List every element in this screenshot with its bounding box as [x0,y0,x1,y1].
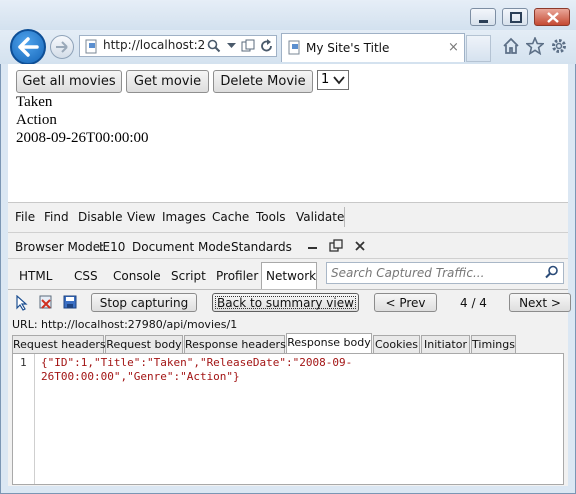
next-button[interactable]: Next > [509,293,571,312]
forward-button[interactable] [50,35,74,59]
gear-icon[interactable] [550,37,568,55]
get-all-movies-button[interactable]: Get all movies [16,70,122,93]
tab-console[interactable]: Console [113,269,161,283]
divider [8,289,568,290]
refresh-icon[interactable] [260,39,274,53]
compatibility-view-icon[interactable] [241,39,255,53]
search-icon[interactable] [545,265,559,279]
tab-profiler[interactable]: Profiler [216,269,258,283]
save-icon[interactable] [63,295,77,309]
subtab-cookies[interactable]: Cookies [373,335,420,353]
tab-html[interactable]: HTML [19,269,52,283]
menu-divider [344,207,345,227]
new-tab-button[interactable] [466,35,491,62]
close-devtools-icon[interactable] [354,240,366,252]
menu-cache[interactable]: Cache [212,210,249,224]
back-button[interactable] [10,29,46,65]
maximize-icon [510,12,522,23]
address-text: http://localhost:279 [103,38,206,52]
tab-close-icon[interactable]: × [448,40,459,55]
dropdown-arrow-icon[interactable] [227,43,236,49]
document-mode-value[interactable]: Standards [231,240,292,254]
subtab-response-headers[interactable]: Response headers [184,335,286,353]
select-pointer-icon[interactable] [15,295,29,311]
menu-view[interactable]: View [127,210,155,224]
minimize-devtools-icon[interactable] [307,243,319,251]
response-json-line-2: 26T00:00:00","Genre":"Action"} [41,370,240,383]
tab-page-icon [288,40,300,55]
divider [8,258,568,259]
movie-genre-text: Action [16,112,57,128]
menu-disable[interactable]: Disable [78,210,123,224]
entry-counter: 4 / 4 [460,296,487,310]
home-icon[interactable] [502,37,520,55]
stop-capturing-button[interactable]: Stop capturing [91,293,197,312]
tab-script[interactable]: Script [171,269,206,283]
subtab-request-body[interactable]: Request body [105,335,183,353]
browser-mode-value[interactable]: IE10 [99,240,125,254]
divider [8,232,568,233]
browser-mode-label: Browser Mode: [15,240,105,254]
subtab-request-headers[interactable]: Request headers [12,335,106,353]
prev-button[interactable]: < Prev [374,293,437,312]
menu-images[interactable]: Images [162,210,206,224]
favorites-star-icon[interactable] [526,37,544,55]
line-number-gutter [13,354,35,484]
page-icon [85,39,97,54]
subtab-initiator[interactable]: Initiator [421,335,470,353]
menu-tools[interactable]: Tools [256,210,286,224]
close-icon [547,12,559,23]
request-url: URL: http://localhost:27980/api/movies/1 [12,318,238,331]
menu-find[interactable]: Find [44,210,69,224]
undock-icon[interactable] [329,239,343,253]
tab-network[interactable]: Network [266,269,316,283]
line-number: 1 [20,356,27,369]
movie-id-select[interactable]: 1 [317,70,349,90]
minimize-icon [479,20,488,23]
clear-entries-icon[interactable] [38,295,54,310]
get-movie-button[interactable]: Get movie [126,70,209,93]
chevron-down-icon [333,76,345,85]
delete-movie-button[interactable]: Delete Movie [213,70,313,93]
response-json-line-1: {"ID":1,"Title":"Taken","ReleaseDate":"2… [41,356,353,369]
movie-title-text: Taken [16,94,53,110]
movie-id-value: 1 [321,72,330,87]
menu-validate[interactable]: Validate [296,210,344,224]
subtab-timings[interactable]: Timings [471,335,516,353]
back-arrow-icon [18,37,39,57]
maximize-button[interactable] [502,8,528,26]
document-mode-label: Document Mode: [132,240,235,254]
tab-css[interactable]: CSS [74,269,98,283]
search-icon[interactable] [207,39,221,53]
minimize-button[interactable] [470,8,496,26]
menu-file[interactable]: File [15,210,35,224]
subtab-response-body[interactable]: Response body [286,333,372,353]
movie-release-date-text: 2008-09-26T00:00:00 [16,130,149,146]
back-to-summary-button[interactable]: Back to summary view [212,293,359,312]
close-window-button[interactable] [534,8,570,26]
search-traffic-placeholder: Search Captured Traffic... [331,266,485,280]
forward-arrow-icon [56,41,68,53]
tab-title: My Site's Title [306,41,390,55]
